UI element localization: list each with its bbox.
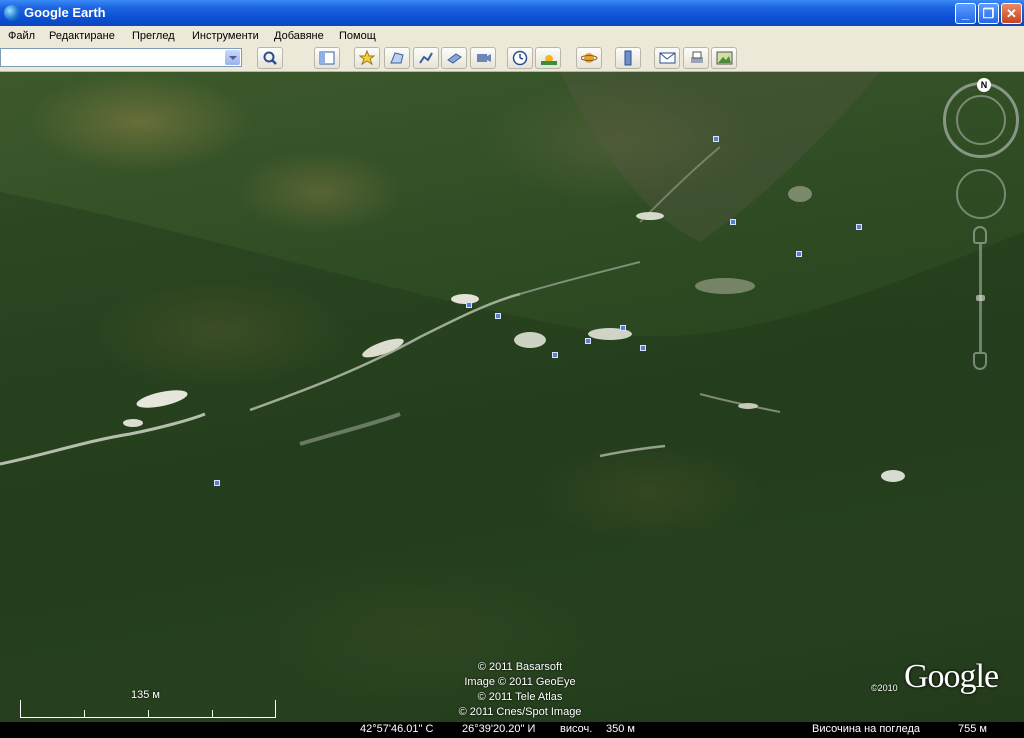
zoom-in-icon[interactable] (973, 226, 987, 244)
window-title: Google Earth (24, 5, 106, 20)
move-joystick[interactable] (956, 169, 1006, 219)
polygon-icon (390, 52, 404, 64)
add-overlay-button[interactable] (441, 47, 467, 69)
placemark[interactable] (640, 345, 646, 351)
close-button[interactable]: ✕ (1001, 3, 1022, 24)
longitude-readout: 26°39'20.20" И (462, 723, 536, 735)
menu-tools[interactable]: Инструменти (192, 30, 259, 42)
elevation-label: височ. (560, 723, 593, 735)
eye-altitude-value: 755 м (958, 723, 987, 735)
scale-bar (20, 700, 276, 718)
menu-file[interactable]: Файл (8, 30, 35, 42)
placemark[interactable] (856, 224, 862, 230)
compass-north-indicator[interactable]: N (977, 78, 991, 92)
zoom-thumb[interactable] (976, 295, 985, 301)
planet-icon (581, 53, 598, 63)
placemark[interactable] (713, 136, 719, 142)
attribution-line: © 2011 Tele Atlas (477, 691, 563, 703)
search-input[interactable] (0, 48, 242, 67)
switch-planet-button[interactable] (576, 47, 602, 69)
sunlight-button[interactable] (535, 47, 561, 69)
menu-help[interactable]: Помощ (339, 30, 376, 42)
zoom-out-icon[interactable] (973, 352, 987, 370)
add-polygon-button[interactable] (384, 47, 410, 69)
historical-imagery-button[interactable] (507, 47, 533, 69)
latitude-readout: 42°57'46.01" С (360, 723, 434, 735)
google-earth-app-icon (4, 5, 20, 21)
placemark-icon (359, 50, 376, 66)
record-tour-button[interactable] (470, 47, 496, 69)
search-icon (263, 51, 277, 65)
look-joystick[interactable] (943, 82, 1019, 158)
search-button[interactable] (257, 47, 283, 69)
placemark[interactable] (214, 480, 220, 486)
clock-icon (512, 50, 528, 66)
add-path-button[interactable] (413, 47, 439, 69)
zoom-slider[interactable] (971, 226, 991, 372)
record-tour-icon (477, 54, 491, 62)
sun-icon (541, 55, 557, 65)
menu-view[interactable]: Преглед (132, 30, 175, 42)
save-image-icon (716, 51, 733, 65)
print-button[interactable] (683, 47, 709, 69)
menu-edit[interactable]: Редактиране (49, 30, 115, 42)
elevation-value: 350 м (606, 723, 635, 735)
google-logo: Google (904, 658, 999, 695)
ruler-button[interactable] (615, 47, 641, 69)
print-icon (691, 51, 703, 63)
minimize-button[interactable]: _ (955, 3, 976, 24)
chevron-down-icon[interactable] (225, 50, 240, 65)
attribution-line: Image © 2011 GeoEye (464, 676, 576, 688)
path-icon (419, 52, 433, 64)
attribution-line: © 2011 Cnes/Spot Image (458, 706, 582, 718)
placemark[interactable] (796, 251, 802, 257)
maximize-button[interactable]: ❐ (978, 3, 999, 24)
status-bar: 42°57'46.01" С 26°39'20.20" И височ. 350… (0, 722, 1024, 738)
save-image-button[interactable] (711, 47, 737, 69)
add-placemark-button[interactable] (354, 47, 380, 69)
placemark[interactable] (495, 313, 501, 319)
overlay-icon (447, 53, 462, 64)
placemark[interactable] (552, 352, 558, 358)
terrain-imagery (0, 72, 1024, 738)
eye-altitude-label: Височина на погледа (812, 723, 921, 735)
title-bar: Google Earth _ ❐ ✕ (0, 0, 1024, 26)
map-view[interactable]: N (0, 72, 1024, 738)
ruler-icon (624, 50, 632, 66)
menu-add[interactable]: Добавяне (274, 30, 324, 42)
toolbar (0, 46, 1024, 72)
logo-year: ©2010 (871, 683, 898, 693)
email-icon (659, 52, 676, 64)
sidebar-icon (319, 51, 335, 65)
look-inner-ring[interactable] (956, 95, 1006, 145)
menu-bar: Файл Редактиране Преглед Инструменти Доб… (0, 26, 1024, 46)
placemark[interactable] (620, 325, 626, 331)
placemark[interactable] (730, 219, 736, 225)
email-button[interactable] (654, 47, 680, 69)
placemark[interactable] (466, 302, 472, 308)
placemark[interactable] (585, 338, 591, 344)
sidebar-toggle-button[interactable] (314, 47, 340, 69)
attribution-line: © 2011 Basarsoft (477, 661, 563, 673)
